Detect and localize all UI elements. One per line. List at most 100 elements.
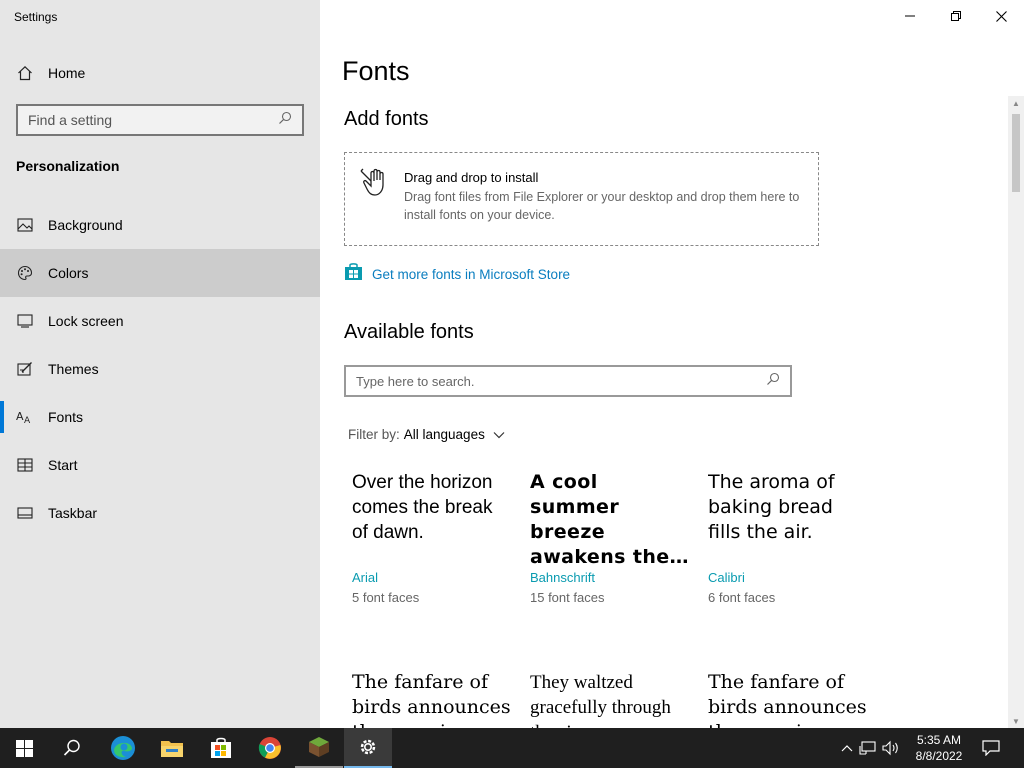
taskbar-search-button[interactable] [48, 728, 96, 768]
sidebar-item-label: Fonts [48, 409, 84, 425]
chevron-up-icon[interactable] [838, 744, 856, 752]
window-title: Settings [14, 10, 58, 24]
clock-time: 5:35 AM [916, 733, 962, 747]
font-search-box[interactable] [344, 365, 792, 397]
font-card[interactable]: The fanfare of birds announces the morni… [352, 670, 512, 728]
system-tray [838, 728, 902, 768]
minimize-icon [905, 15, 915, 17]
sidebar-item-lock-screen[interactable]: Lock screen [0, 297, 320, 345]
edge-icon [111, 736, 135, 760]
chrome-button[interactable] [246, 728, 294, 768]
taskbar: 5:35 AM 8/8/2022 [0, 728, 1024, 768]
notification-icon [982, 740, 1000, 756]
scrollbar-thumb[interactable] [1012, 114, 1020, 192]
font-faces-count: 15 font faces [530, 590, 605, 605]
minimize-button[interactable] [887, 0, 933, 32]
dropzone-title: Drag and drop to install [404, 170, 539, 185]
store-bag-icon [344, 262, 363, 286]
font-card[interactable]: They waltzed gracefully through the air. [530, 670, 690, 728]
themes-icon [16, 360, 34, 378]
start-icon [16, 456, 34, 474]
search-icon[interactable] [766, 372, 780, 391]
sidebar-item-taskbar[interactable]: Taskbar [0, 489, 320, 537]
settings-gear-icon [360, 739, 376, 755]
settings-button[interactable] [344, 728, 392, 768]
font-faces-count: 5 font faces [352, 590, 420, 605]
start-button[interactable] [0, 728, 48, 768]
store-link-label: Get more fonts in Microsoft Store [372, 266, 571, 282]
minecraft-icon [309, 737, 329, 757]
clock-date: 8/8/2022 [915, 749, 963, 763]
sidebar-item-colors[interactable]: Colors [0, 249, 320, 297]
font-sample: Over the horizon comes the break of dawn… [352, 472, 493, 543]
font-card-calibri[interactable]: The aroma of baking bread fills the air.… [708, 470, 868, 605]
font-search-input[interactable] [356, 373, 746, 389]
chevron-down-icon [493, 427, 505, 442]
svg-text:A: A [24, 416, 31, 425]
font-name: Calibri [708, 570, 745, 585]
sidebar-item-label: Lock screen [48, 313, 124, 329]
taskbar-icon [16, 504, 34, 522]
home-label: Home [48, 65, 86, 81]
search-icon [63, 739, 80, 756]
font-sample: They waltzed gracefully through the air. [530, 672, 671, 728]
filter-label: Filter by: [348, 427, 400, 442]
font-dropzone[interactable]: Drag and drop to install Drag font files… [344, 152, 819, 246]
restore-icon [951, 11, 961, 21]
vertical-scrollbar[interactable]: ▲ ▼ [1008, 96, 1024, 728]
font-faces-count: 6 font faces [708, 590, 776, 605]
font-sample: The fanfare of birds announces the morni… [352, 671, 511, 728]
microsoft-store-button[interactable] [197, 728, 245, 768]
drag-hand-icon [359, 167, 393, 202]
main-content: Fonts Add fonts Drag and drop to install… [320, 0, 1024, 728]
edge-button[interactable] [99, 728, 147, 768]
setting-search-box[interactable] [16, 104, 304, 136]
restore-button[interactable] [933, 0, 979, 32]
scroll-up-icon[interactable]: ▲ [1008, 96, 1024, 110]
scroll-down-icon[interactable]: ▼ [1008, 714, 1024, 728]
network-icon[interactable] [856, 740, 880, 756]
lock-screen-icon [16, 312, 34, 330]
volume-icon[interactable] [880, 740, 902, 756]
section-title: Personalization [16, 158, 120, 174]
sidebar-item-fonts[interactable]: AA Fonts [0, 393, 320, 441]
windows-start-icon [15, 739, 33, 757]
svg-text:A: A [16, 410, 24, 423]
font-sample: A cool summer breeze awakens the… [530, 471, 689, 568]
sidebar-item-label: Themes [48, 361, 99, 377]
font-card-arial[interactable]: Over the horizon comes the break of dawn… [352, 470, 512, 605]
microsoft-store-link[interactable]: Get more fonts in Microsoft Store [344, 262, 570, 286]
font-name: Bahnschrift [530, 570, 596, 585]
fonts-icon: AA [16, 408, 34, 426]
sidebar-home[interactable]: Home [0, 52, 320, 94]
font-card-bahnschrift[interactable]: A cool summer breeze awakens the… Bahnsc… [530, 470, 690, 605]
notifications-button[interactable] [970, 728, 1012, 768]
close-button[interactable] [978, 0, 1024, 32]
minecraft-button[interactable] [295, 728, 343, 768]
sidebar-item-label: Background [48, 217, 123, 233]
available-fonts-heading: Available fonts [344, 321, 474, 343]
sidebar-item-label: Taskbar [48, 505, 98, 521]
font-card[interactable]: The fanfare of birds announces the morni… [708, 670, 868, 728]
font-name: Arial [352, 570, 379, 585]
search-icon[interactable] [278, 111, 292, 130]
sidebar-item-themes[interactable]: Themes [0, 345, 320, 393]
language-filter[interactable]: Filter by: All languages [348, 427, 505, 442]
palette-icon [16, 264, 34, 282]
sidebar-item-background[interactable]: Background [0, 201, 320, 249]
font-sample: The fanfare of birds announces the morni… [708, 671, 867, 728]
file-explorer-button[interactable] [148, 728, 196, 768]
sidebar-item-label: Start [48, 457, 78, 473]
sidebar-item-label: Colors [48, 265, 89, 281]
home-icon [16, 64, 34, 82]
picture-icon [16, 216, 34, 234]
setting-search-input[interactable] [28, 112, 268, 128]
close-icon [995, 10, 1007, 22]
sidebar: Settings Home Personalization Background… [0, 0, 320, 728]
microsoft-store-icon [211, 737, 231, 758]
taskbar-clock[interactable]: 5:35 AM 8/8/2022 [908, 732, 970, 764]
sidebar-nav: Background Colors Lock screen Themes AA … [0, 201, 320, 537]
font-sample: The aroma of baking bread fills the air. [708, 471, 835, 543]
filter-value: All languages [403, 427, 485, 442]
sidebar-item-start[interactable]: Start [0, 441, 320, 489]
